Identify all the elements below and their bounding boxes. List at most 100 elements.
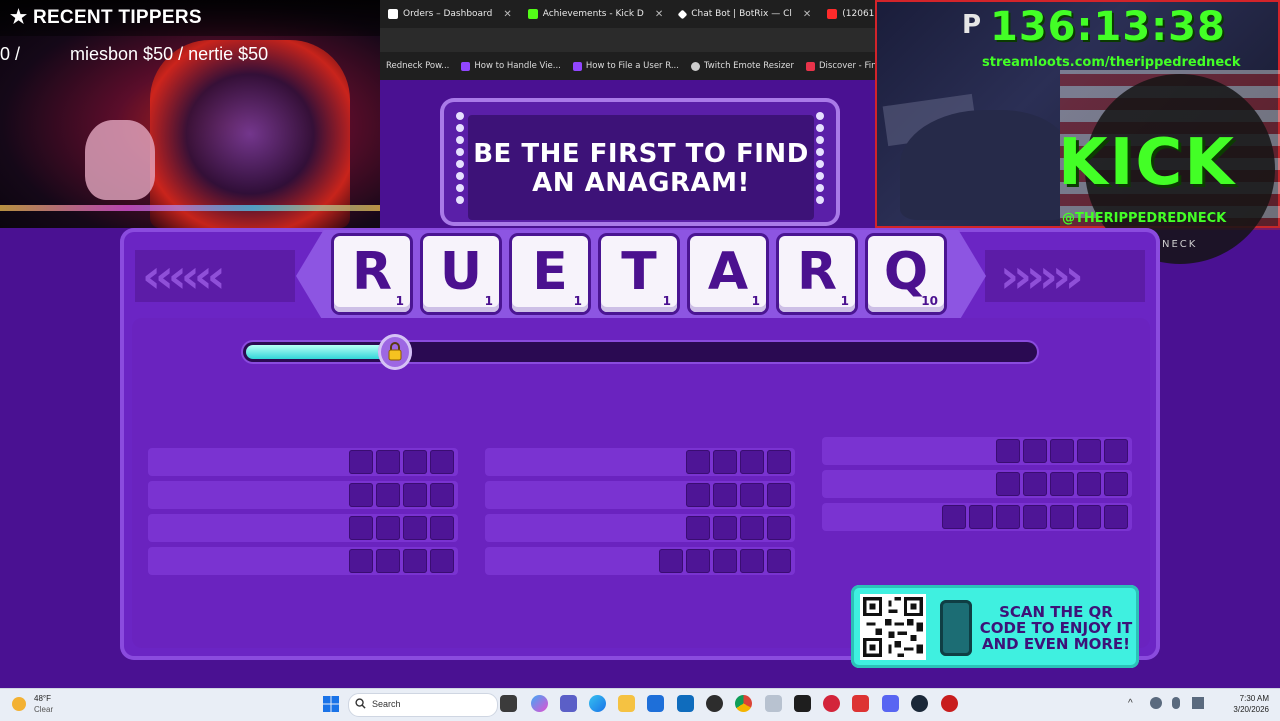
letter-slot xyxy=(659,549,683,573)
game-launcher-icon[interactable] xyxy=(852,695,869,712)
obs-icon[interactable] xyxy=(706,695,723,712)
search-placeholder: Search xyxy=(372,699,401,709)
letter-slot xyxy=(376,483,400,507)
letter-slots xyxy=(996,472,1128,496)
letter-slot xyxy=(969,505,993,529)
tab-strip: Orders – Dashboard ✕ Achievements - Kick… xyxy=(380,0,925,28)
letter-slot xyxy=(942,505,966,529)
tile-score: 1 xyxy=(840,294,849,308)
letter-slot xyxy=(376,516,400,540)
clock-time[interactable]: 7:30 AM xyxy=(1209,694,1269,703)
answer-row xyxy=(148,481,458,509)
close-tab-icon[interactable]: ✕ xyxy=(503,9,511,20)
letter-tile: R 1 xyxy=(334,236,410,312)
display-icon[interactable] xyxy=(1192,697,1204,709)
discover-favicon-icon xyxy=(806,61,816,71)
weather-description[interactable]: Clear xyxy=(34,705,53,714)
close-tab-icon[interactable]: ✕ xyxy=(655,9,663,20)
letter-tile: Q 10 xyxy=(868,236,944,312)
letter-slot xyxy=(403,450,427,474)
plush-toy-image xyxy=(85,120,155,200)
bookmark-emote-resizer[interactable]: Twitch Emote Resizer xyxy=(685,61,800,71)
letter-slot xyxy=(713,516,737,540)
qr-text-line: AND EVEN MORE! xyxy=(981,635,1131,653)
tab-orders-dashboard[interactable]: Orders – Dashboard ✕ xyxy=(380,0,520,28)
letter-slot xyxy=(376,450,400,474)
letter-slots xyxy=(659,549,791,573)
address-bar[interactable] xyxy=(380,28,875,52)
answer-row xyxy=(148,448,458,476)
record-icon[interactable] xyxy=(941,695,958,712)
close-tab-icon[interactable]: ✕ xyxy=(803,9,811,20)
letter-slot xyxy=(1050,439,1074,463)
letter-slots xyxy=(349,450,454,474)
letter-slot xyxy=(403,549,427,573)
terminal-icon[interactable] xyxy=(794,695,811,712)
tile-score: 1 xyxy=(484,294,493,308)
letter-slot xyxy=(1050,505,1074,529)
microphone-icon[interactable] xyxy=(1172,697,1180,709)
tile-score: 10 xyxy=(921,294,938,308)
letter-slot xyxy=(713,549,737,573)
letter-slot xyxy=(686,516,710,540)
clock-date[interactable]: 3/20/2026 xyxy=(1209,705,1269,714)
task-view-icon[interactable] xyxy=(500,695,517,712)
copilot-icon[interactable] xyxy=(531,695,548,712)
outlook-icon[interactable] xyxy=(677,695,694,712)
weather-temperature[interactable]: 48°F xyxy=(34,694,51,703)
letter-slot xyxy=(1023,472,1047,496)
letter-slot xyxy=(1104,439,1128,463)
taskbar-search-box[interactable] xyxy=(348,693,498,717)
letter-tile: A 1 xyxy=(690,236,766,312)
streamloots-url: streamloots.com/therippedredneck xyxy=(982,55,1241,70)
tab-chat-bot-botrix[interactable]: Chat Bot | BotRix — Cl ✕ xyxy=(671,0,819,28)
timer-prefix: P xyxy=(962,10,982,40)
store-icon[interactable] xyxy=(647,695,664,712)
kick-favicon-icon xyxy=(527,9,538,19)
star-icon: ★ xyxy=(10,7,28,28)
letter-slot xyxy=(349,549,373,573)
teams-icon[interactable] xyxy=(560,695,577,712)
chrome-icon[interactable] xyxy=(735,695,752,712)
letter-slot xyxy=(740,516,764,540)
recent-tippers-label: RECENT TIPPERS xyxy=(32,7,202,28)
letter-slots xyxy=(349,549,454,573)
audio-app-icon[interactable] xyxy=(823,695,840,712)
botrix-favicon-icon xyxy=(677,9,688,19)
letter-slot xyxy=(376,549,400,573)
steam-icon[interactable] xyxy=(911,695,928,712)
letter-tile: U 1 xyxy=(423,236,499,312)
answer-row xyxy=(148,514,458,542)
tile-score: 1 xyxy=(751,294,760,308)
letter-slot xyxy=(767,549,791,573)
answer-row xyxy=(485,481,795,509)
bookmark-file-user-report[interactable]: How to File a User R... xyxy=(567,61,685,71)
qr-code-icon[interactable] xyxy=(860,594,926,660)
bookmark-handle-viewers[interactable]: How to Handle Vie... xyxy=(455,61,566,71)
lock-icon xyxy=(388,342,402,361)
letter-slot xyxy=(430,450,454,474)
qr-promo-text: SCAN THE QR CODE TO ENJOY IT AND EVEN MO… xyxy=(976,604,1136,652)
letter-slots xyxy=(942,505,1128,529)
edge-icon[interactable] xyxy=(589,695,606,712)
file-explorer-icon[interactable] xyxy=(618,695,635,712)
tab-label: Orders – Dashboard xyxy=(403,9,493,19)
weather-icon[interactable] xyxy=(12,697,26,711)
recent-tippers-title: ★ RECENT TIPPERS xyxy=(10,6,202,29)
bookmark-label: Redneck Pow... xyxy=(386,61,450,71)
letter-slot xyxy=(686,450,710,474)
letter-slots xyxy=(996,439,1128,463)
windows-start-icon[interactable] xyxy=(323,696,339,712)
letter-slots xyxy=(686,450,791,474)
discord-icon[interactable] xyxy=(882,695,899,712)
chevron-up-icon[interactable]: ^ xyxy=(1128,698,1133,709)
letter-tile: T 1 xyxy=(601,236,677,312)
tab-achievements-kick[interactable]: Achievements - Kick D ✕ xyxy=(520,0,672,28)
tile-score: 1 xyxy=(662,294,671,308)
network-icon[interactable] xyxy=(1150,697,1162,709)
right-chevrons-icon: ›››››› xyxy=(1000,249,1084,303)
tools-icon[interactable] xyxy=(765,695,782,712)
bookmark-redneck[interactable]: Redneck Pow... xyxy=(380,61,455,71)
letter-slot xyxy=(403,483,427,507)
letter-slot xyxy=(349,450,373,474)
